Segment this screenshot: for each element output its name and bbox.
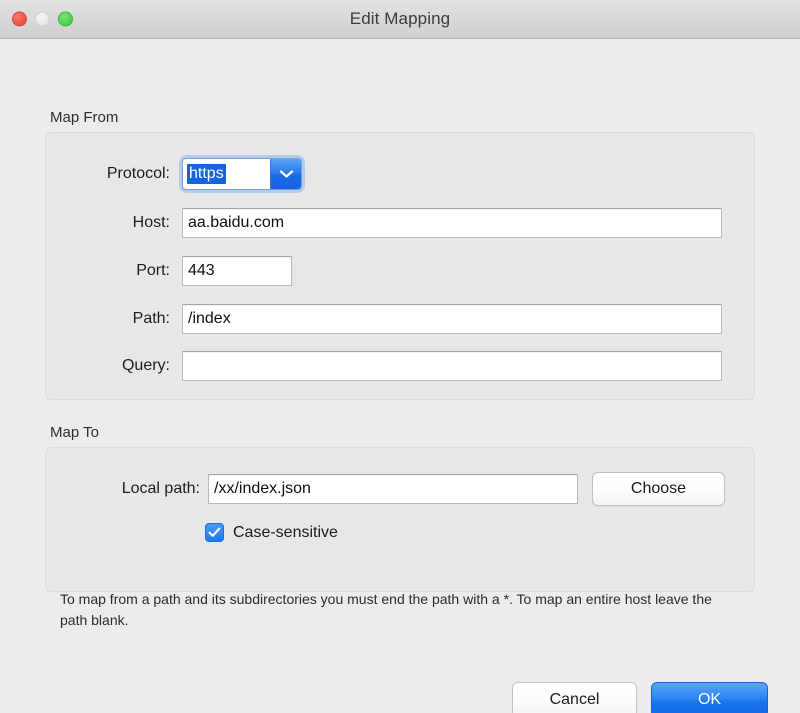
window-titlebar: Edit Mapping — [0, 0, 800, 39]
query-input[interactable] — [182, 351, 722, 381]
path-row: Path: /index — [75, 304, 722, 334]
dialog-content: Map From Protocol: https Host: aa.baidu.… — [0, 39, 800, 713]
host-input[interactable]: aa.baidu.com — [182, 208, 722, 238]
close-icon[interactable] — [12, 11, 27, 27]
help-text: To map from a path and its subdirectorie… — [60, 591, 712, 628]
query-row: Query: — [75, 351, 722, 381]
cancel-button[interactable]: Cancel — [512, 682, 637, 713]
protocol-input[interactable]: https — [183, 159, 270, 189]
chevron-down-icon[interactable] — [270, 159, 301, 189]
protocol-combobox-inner[interactable]: https — [182, 158, 302, 190]
window-title: Edit Mapping — [349, 9, 451, 28]
case-sensitive-row[interactable]: Case-sensitive — [205, 523, 338, 542]
protocol-row: Protocol: https — [75, 158, 302, 190]
port-row: Port: 443 — [75, 256, 292, 286]
map-to-group-box — [45, 447, 755, 592]
protocol-label: Protocol: — [106, 165, 170, 182]
path-input[interactable]: /index — [182, 304, 722, 334]
ok-button[interactable]: OK — [651, 682, 768, 713]
minimize-icon[interactable] — [35, 11, 50, 27]
map-to-group-label: Map To — [50, 424, 99, 441]
local-path-row: Local path: /xx/index.json Choose — [75, 472, 725, 506]
case-sensitive-label: Case-sensitive — [233, 523, 338, 541]
protocol-combobox[interactable]: https — [182, 158, 302, 190]
maximize-icon[interactable] — [58, 11, 73, 27]
choose-button[interactable]: Choose — [592, 472, 725, 506]
local-path-input[interactable]: /xx/index.json — [208, 474, 578, 504]
edit-mapping-window: Edit Mapping Map From Protocol: https Ho… — [0, 0, 800, 713]
window-traffic-lights — [12, 11, 73, 27]
map-to-group: Map To — [45, 424, 755, 592]
local-path-label: Local path: — [121, 480, 200, 497]
port-input[interactable]: 443 — [182, 256, 292, 286]
host-row: Host: aa.baidu.com — [75, 208, 722, 238]
map-from-group-label: Map From — [50, 109, 119, 126]
protocol-value: https — [187, 164, 226, 184]
footer-button-bar: Cancel OK — [512, 682, 768, 713]
path-label: Path: — [132, 310, 170, 327]
query-label: Query: — [121, 357, 170, 374]
case-sensitive-checkbox[interactable] — [205, 523, 224, 542]
host-label: Host: — [132, 214, 170, 231]
port-label: Port: — [136, 262, 170, 279]
